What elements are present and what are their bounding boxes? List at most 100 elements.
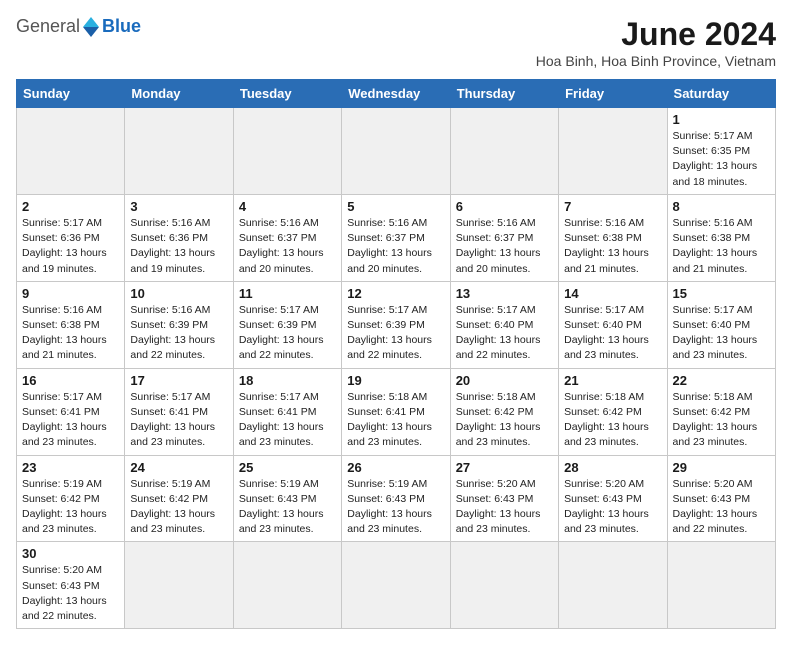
day-info: Sunrise: 5:18 AM Sunset: 6:42 PM Dayligh… — [673, 390, 770, 451]
calendar-cell — [667, 542, 775, 629]
calendar-cell: 8Sunrise: 5:16 AM Sunset: 6:38 PM Daylig… — [667, 194, 775, 281]
weekday-header: Saturday — [667, 80, 775, 108]
weekday-header: Thursday — [450, 80, 558, 108]
day-number: 6 — [456, 199, 553, 214]
day-number: 26 — [347, 460, 444, 475]
day-number: 11 — [239, 286, 336, 301]
calendar-cell: 20 Sunrise: 5:18 AM Sunset: 6:42 PM Dayli… — [450, 368, 558, 455]
day-number: 30 — [22, 546, 119, 561]
day-number: 25 — [239, 460, 336, 475]
weekday-header: Wednesday — [342, 80, 450, 108]
calendar-cell: 2 Sunrise: 5:17 AM Sunset: 6:36 PM Daylig… — [17, 194, 125, 281]
day-info: Sunrise: 5:18 AM Sunset: 6:42 PM Dayligh… — [456, 390, 553, 451]
day-number: 16 — [22, 373, 119, 388]
calendar-cell — [450, 542, 558, 629]
day-info: Sunrise: 5:17 AM Sunset: 6:41 PM Dayligh… — [22, 390, 119, 451]
day-info: Sunrise: 5:19 AM Sunset: 6:42 PM Dayligh… — [130, 477, 227, 538]
day-info: Sunrise: 5:17 AM Sunset: 6:40 PM Dayligh… — [673, 303, 770, 364]
calendar-cell: 25 Sunrise: 5:19 AM Sunset: 6:43 PM Dayli… — [233, 455, 341, 542]
day-number: 22 — [673, 373, 770, 388]
calendar-cell: 12Sunrise: 5:17 AM Sunset: 6:39 PM Dayli… — [342, 281, 450, 368]
calendar-week-row: 9Sunrise: 5:16 AM Sunset: 6:38 PM Daylig… — [17, 281, 776, 368]
calendar-cell — [17, 108, 125, 195]
calendar-cell — [559, 542, 667, 629]
day-info: Sunrise: 5:20 AM Sunset: 6:43 PM Dayligh… — [22, 563, 119, 624]
calendar-cell: 23 Sunrise: 5:19 AM Sunset: 6:42 PM Dayli… — [17, 455, 125, 542]
day-number: 13 — [456, 286, 553, 301]
calendar-cell: 21 Sunrise: 5:18 AM Sunset: 6:42 PM Dayli… — [559, 368, 667, 455]
day-info: Sunrise: 5:19 AM Sunset: 6:42 PM Dayligh… — [22, 477, 119, 538]
day-info: Sunrise: 5:16 AM Sunset: 6:39 PM Dayligh… — [130, 303, 227, 364]
day-number: 10 — [130, 286, 227, 301]
logo-blue: Blue — [102, 16, 141, 37]
day-info: Sunrise: 5:16 AM Sunset: 6:36 PM Dayligh… — [130, 216, 227, 277]
calendar-cell: 27 Sunrise: 5:20 AM Sunset: 6:43 PM Dayli… — [450, 455, 558, 542]
day-info: Sunrise: 5:16 AM Sunset: 6:38 PM Dayligh… — [564, 216, 661, 277]
weekday-header: Monday — [125, 80, 233, 108]
calendar-cell — [559, 108, 667, 195]
day-info: Sunrise: 5:16 AM Sunset: 6:38 PM Dayligh… — [673, 216, 770, 277]
calendar-cell: 13 Sunrise: 5:17 AM Sunset: 6:40 PM Dayli… — [450, 281, 558, 368]
day-number: 20 — [456, 373, 553, 388]
calendar-cell: 18 Sunrise: 5:17 AM Sunset: 6:41 PM Dayli… — [233, 368, 341, 455]
day-number: 29 — [673, 460, 770, 475]
calendar-cell: 14Sunrise: 5:17 AM Sunset: 6:40 PM Dayli… — [559, 281, 667, 368]
title-block: June 2024 Hoa Binh, Hoa Binh Province, V… — [536, 16, 776, 69]
day-info: Sunrise: 5:17 AM Sunset: 6:41 PM Dayligh… — [130, 390, 227, 451]
calendar-cell: 15 Sunrise: 5:17 AM Sunset: 6:40 PM Dayli… — [667, 281, 775, 368]
calendar-week-row: 1 Sunrise: 5:17 AM Sunset: 6:35 PM Daylig… — [17, 108, 776, 195]
calendar-week-row: 30 Sunrise: 5:20 AM Sunset: 6:43 PM Dayli… — [17, 542, 776, 629]
calendar-cell: 29 Sunrise: 5:20 AM Sunset: 6:43 PM Dayli… — [667, 455, 775, 542]
calendar-week-row: 23 Sunrise: 5:19 AM Sunset: 6:42 PM Dayli… — [17, 455, 776, 542]
day-info: Sunrise: 5:19 AM Sunset: 6:43 PM Dayligh… — [347, 477, 444, 538]
day-info: Sunrise: 5:16 AM Sunset: 6:37 PM Dayligh… — [347, 216, 444, 277]
day-number: 1 — [673, 112, 770, 127]
calendar-cell: 30 Sunrise: 5:20 AM Sunset: 6:43 PM Dayli… — [17, 542, 125, 629]
location-title: Hoa Binh, Hoa Binh Province, Vietnam — [536, 53, 776, 69]
day-number: 7 — [564, 199, 661, 214]
day-number: 27 — [456, 460, 553, 475]
calendar-cell — [342, 542, 450, 629]
day-number: 5 — [347, 199, 444, 214]
day-number: 21 — [564, 373, 661, 388]
day-info: Sunrise: 5:19 AM Sunset: 6:43 PM Dayligh… — [239, 477, 336, 538]
day-number: 17 — [130, 373, 227, 388]
calendar-cell: 9Sunrise: 5:16 AM Sunset: 6:38 PM Daylig… — [17, 281, 125, 368]
calendar-cell: 3 Sunrise: 5:16 AM Sunset: 6:36 PM Daylig… — [125, 194, 233, 281]
day-number: 15 — [673, 286, 770, 301]
day-info: Sunrise: 5:20 AM Sunset: 6:43 PM Dayligh… — [673, 477, 770, 538]
weekday-header: Tuesday — [233, 80, 341, 108]
day-number: 18 — [239, 373, 336, 388]
logo-general: General — [16, 16, 80, 37]
day-info: Sunrise: 5:18 AM Sunset: 6:42 PM Dayligh… — [564, 390, 661, 451]
calendar-cell — [233, 542, 341, 629]
day-info: Sunrise: 5:17 AM Sunset: 6:40 PM Dayligh… — [564, 303, 661, 364]
day-number: 28 — [564, 460, 661, 475]
day-info: Sunrise: 5:17 AM Sunset: 6:40 PM Dayligh… — [456, 303, 553, 364]
day-number: 2 — [22, 199, 119, 214]
day-info: Sunrise: 5:16 AM Sunset: 6:37 PM Dayligh… — [239, 216, 336, 277]
weekday-header: Friday — [559, 80, 667, 108]
day-number: 23 — [22, 460, 119, 475]
day-info: Sunrise: 5:20 AM Sunset: 6:43 PM Dayligh… — [456, 477, 553, 538]
day-number: 4 — [239, 199, 336, 214]
day-number: 3 — [130, 199, 227, 214]
day-info: Sunrise: 5:17 AM Sunset: 6:39 PM Dayligh… — [239, 303, 336, 364]
day-info: Sunrise: 5:16 AM Sunset: 6:37 PM Dayligh… — [456, 216, 553, 277]
calendar-cell: 24Sunrise: 5:19 AM Sunset: 6:42 PM Dayli… — [125, 455, 233, 542]
day-number: 9 — [22, 286, 119, 301]
calendar-cell: 16 Sunrise: 5:17 AM Sunset: 6:41 PM Dayli… — [17, 368, 125, 455]
day-info: Sunrise: 5:18 AM Sunset: 6:41 PM Dayligh… — [347, 390, 444, 451]
day-number: 19 — [347, 373, 444, 388]
calendar-header: SundayMondayTuesdayWednesdayThursdayFrid… — [17, 80, 776, 108]
calendar-week-row: 2 Sunrise: 5:17 AM Sunset: 6:36 PM Daylig… — [17, 194, 776, 281]
calendar-cell — [233, 108, 341, 195]
month-year-title: June 2024 — [536, 16, 776, 53]
calendar-cell: 5 Sunrise: 5:16 AM Sunset: 6:37 PM Daylig… — [342, 194, 450, 281]
calendar-cell: 22 Sunrise: 5:18 AM Sunset: 6:42 PM Dayli… — [667, 368, 775, 455]
calendar-cell: 7 Sunrise: 5:16 AM Sunset: 6:38 PM Daylig… — [559, 194, 667, 281]
day-info: Sunrise: 5:17 AM Sunset: 6:41 PM Dayligh… — [239, 390, 336, 451]
day-info: Sunrise: 5:17 AM Sunset: 6:35 PM Dayligh… — [673, 129, 770, 190]
weekday-header: Sunday — [17, 80, 125, 108]
day-info: Sunrise: 5:17 AM Sunset: 6:36 PM Dayligh… — [22, 216, 119, 277]
